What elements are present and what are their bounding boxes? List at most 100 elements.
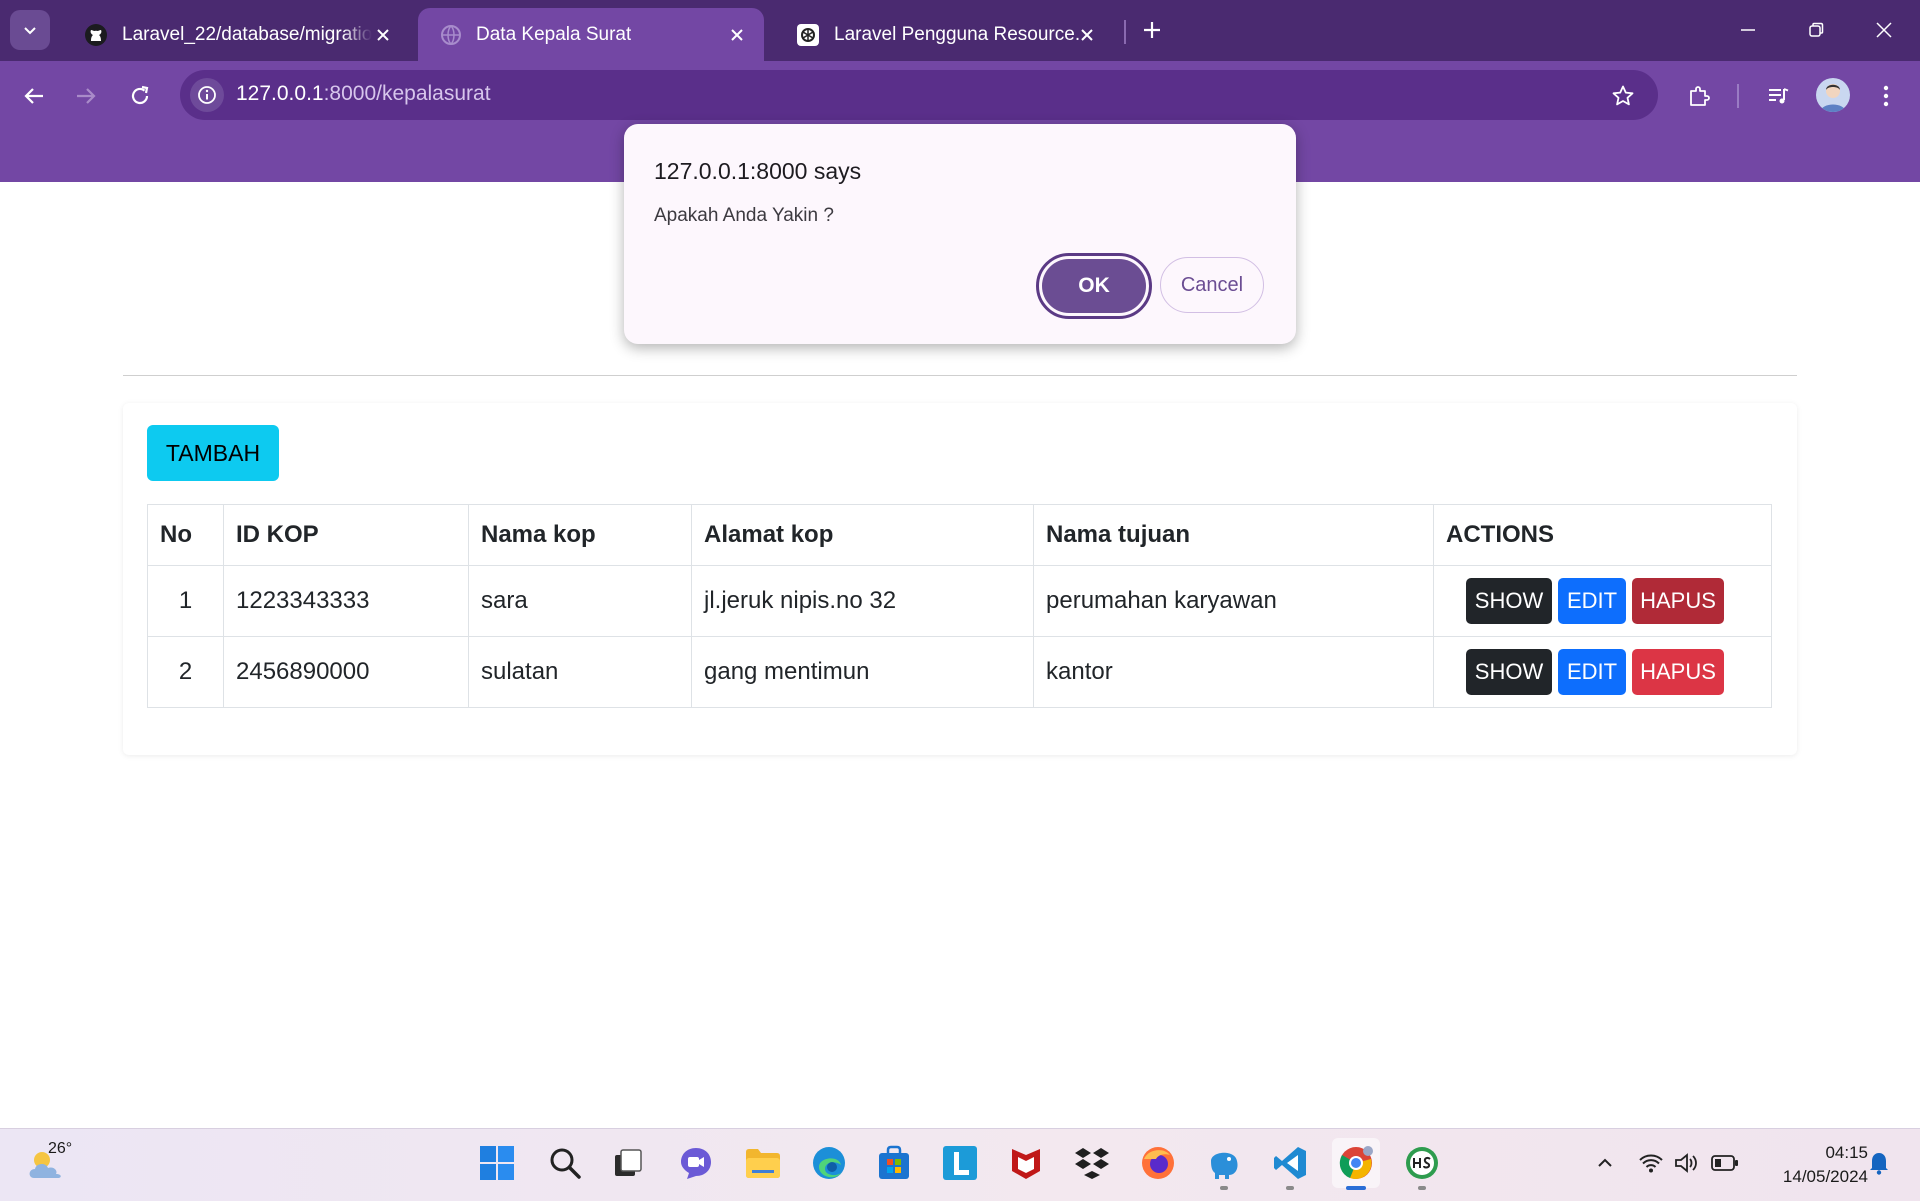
start-icon [479,1145,515,1181]
profile-avatar[interactable] [1816,78,1850,112]
restore-button[interactable] [1782,0,1850,60]
chrome-icon [1338,1145,1374,1181]
cell-alamat-kop: jl.jeruk nipis.no 32 [691,565,1034,637]
menu-button[interactable] [1866,76,1906,116]
task-view-button[interactable] [604,1138,652,1188]
wifi-status[interactable] [1636,1148,1666,1178]
minimize-icon [1740,22,1756,38]
edit-button[interactable]: EDIT [1558,578,1626,624]
edit-button[interactable]: EDIT [1558,649,1626,695]
cell-id-kop: 1223343333 [223,565,469,637]
github-icon [84,23,108,47]
url-host: 127.0.0.1 [236,82,324,105]
notifications-button[interactable] [1864,1148,1894,1178]
column-header-id-kop: ID KOP [223,504,469,566]
media-control-button[interactable] [1758,76,1798,116]
clock[interactable]: 04:15 14/05/2024 [1756,1141,1868,1189]
show-button[interactable]: SHOW [1466,649,1552,695]
cell-nama-kop: sara [468,565,692,637]
info-icon [197,85,217,105]
plus-icon [1142,20,1162,40]
dropbox-app[interactable] [1068,1138,1116,1188]
close-icon[interactable] [726,24,748,46]
cell-actions: SHOW EDIT HAPUS [1433,565,1772,637]
tab-search-button[interactable] [10,10,50,50]
playlist-icon [1766,84,1790,108]
chevron-down-icon [22,22,38,38]
store-icon [876,1145,912,1181]
mcafee-icon [1008,1145,1044,1181]
firefox-icon [1140,1145,1176,1181]
cell-id-kop: 2456890000 [223,636,469,708]
cell-no: 1 [147,565,224,637]
close-icon[interactable] [372,24,394,46]
divider [123,375,1797,376]
table-header-row: No ID KOP Nama kop Alamat kop Nama tujua… [147,504,1772,566]
cancel-button[interactable]: Cancel [1160,257,1264,313]
clock-date: 14/05/2024 [1782,1167,1868,1186]
cell-actions: SHOW EDIT HAPUS [1433,636,1772,708]
minimize-button[interactable] [1714,0,1782,60]
add-button[interactable]: TAMBAH [147,425,279,481]
tab-migrations[interactable]: Laravel_22/database/migrations [62,8,410,61]
reload-button[interactable] [120,76,160,116]
chevron-up-icon [1596,1154,1614,1172]
start-button[interactable] [473,1138,521,1188]
ok-button-label: OK [1042,259,1146,313]
firefox-app[interactable] [1134,1138,1182,1188]
file-explorer-icon [744,1146,782,1180]
site-info-button[interactable] [190,78,224,112]
store-app[interactable] [870,1138,918,1188]
reload-icon [129,85,151,107]
delete-button[interactable]: HAPUS [1632,578,1724,624]
active-indicator [1346,1186,1366,1190]
vscode-app[interactable] [1266,1138,1314,1190]
globe-icon [440,24,462,46]
speaker-icon [1674,1152,1700,1174]
l-app-icon [942,1145,978,1181]
delete-button[interactable]: HAPUS [1632,649,1724,695]
arrow-left-icon [23,85,45,107]
tab-data-kepala-surat[interactable]: Data Kepala Surat [418,8,764,61]
column-header-no: No [147,504,224,566]
back-button[interactable] [14,76,54,116]
battery-status[interactable] [1710,1148,1740,1178]
close-icon[interactable] [1076,24,1098,46]
extensions-button[interactable] [1679,76,1719,116]
file-explorer-app[interactable] [739,1138,787,1188]
temperature: 26° [48,1140,73,1157]
show-button[interactable]: SHOW [1466,578,1552,624]
show-hidden-icons-button[interactable] [1590,1148,1620,1178]
mcafee-app[interactable] [1002,1138,1050,1188]
running-indicator [1286,1186,1294,1190]
tab-title: Data Kepala Surat [476,23,632,45]
hs-app[interactable] [1398,1138,1446,1190]
close-window-button[interactable] [1850,0,1918,60]
tab-separator [1124,20,1126,44]
taskbar-search-button[interactable] [541,1138,589,1188]
url-text[interactable]: 127.0.0.1:8000/kepalasurat [236,82,491,106]
meet-icon [678,1145,714,1181]
bookmark-button[interactable] [1603,76,1643,116]
cell-nama-tujuan: perumahan karyawan [1033,565,1434,637]
cell-nama-kop: sulatan [468,636,692,708]
column-header-nama-tujuan: Nama tujuan [1033,504,1434,566]
elephant-app[interactable] [1200,1138,1248,1190]
dialog-message: Apakah Anda Yakin ? [654,205,834,226]
new-tab-button[interactable] [1134,12,1170,48]
url-path: :8000/kepalasurat [323,82,491,105]
chatgpt-icon [796,23,820,47]
table-row: 2 2456890000 sulatan gang mentimun kanto… [147,636,1772,708]
edge-app[interactable] [805,1138,853,1188]
clock-time: 04:15 [1825,1143,1868,1162]
l-app[interactable] [936,1138,984,1188]
chrome-app[interactable] [1332,1138,1380,1190]
ok-button[interactable]: OK [1036,253,1152,319]
column-header-actions: ACTIONS [1433,504,1772,566]
tab-laravel-pengguna[interactable]: Laravel Pengguna Resource. [774,8,1114,61]
toolbar-separator [1737,84,1739,108]
meet-app[interactable] [672,1138,720,1188]
forward-button[interactable] [66,76,106,116]
wifi-icon [1638,1152,1664,1174]
volume-status[interactable] [1672,1148,1702,1178]
